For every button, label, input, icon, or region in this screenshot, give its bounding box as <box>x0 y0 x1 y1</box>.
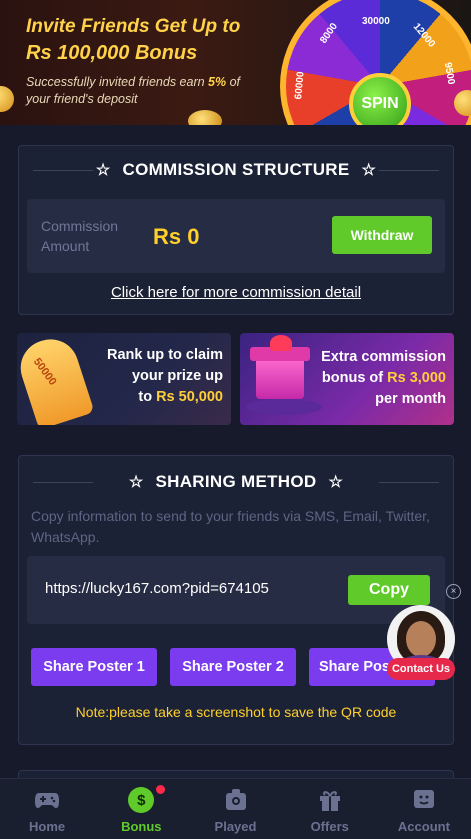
extra-commission-amount: Rs 3,000 <box>387 370 446 386</box>
notification-dot <box>156 785 166 794</box>
extra-commission-line1: Extra commission <box>321 349 446 365</box>
hero-subtitle-percent: 5% <box>208 75 227 89</box>
account-icon <box>411 787 437 813</box>
contact-us-button[interactable]: Contact Us <box>387 658 455 680</box>
title-divider <box>379 170 439 171</box>
ticket-value: 50000 <box>30 355 59 388</box>
nav-item-played[interactable]: Played <box>188 779 282 839</box>
star-icon: ☆ <box>95 162 111 179</box>
sharing-title: ☆ SHARING METHOD ☆ <box>19 472 453 492</box>
title-divider <box>379 482 439 483</box>
rank-up-line3-prefix: to <box>138 389 157 405</box>
gold-coin-icon <box>0 86 14 112</box>
nav-item-account[interactable]: Account <box>377 779 471 839</box>
commission-amount-value: Rs 0 <box>153 224 200 249</box>
avatar-face <box>406 621 436 657</box>
referral-link-text: https://lucky167.com?pid=674105 <box>45 580 269 597</box>
commission-detail-link[interactable]: Click here for more commission detail <box>19 284 453 301</box>
nav-label-account: Account <box>397 819 450 834</box>
nav-item-bonus[interactable]: $ Bonus <box>94 779 188 839</box>
commission-card: ☆ COMMISSION STRUCTURE ☆ Commission Amou… <box>18 145 454 315</box>
gift-icon <box>317 787 343 813</box>
sharing-card: ☆ SHARING METHOD ☆ Copy information to s… <box>18 455 454 745</box>
commission-title-text: COMMISSION STRUCTURE <box>122 160 350 179</box>
sharing-description: Copy information to send to your friends… <box>31 508 430 545</box>
star-icon: ☆ <box>128 474 144 491</box>
rank-up-line3: to Rs 50,000 <box>107 387 223 408</box>
nav-item-home[interactable]: Home <box>0 779 94 839</box>
nav-label-played: Played <box>214 819 257 834</box>
invite-hero-banner[interactable]: Invite Friends Get Up to Rs 100,000 Bonu… <box>0 0 471 125</box>
sharing-title-text: SHARING METHOD <box>155 472 317 491</box>
gift-bow-icon <box>270 335 292 351</box>
rank-up-line2: your prize up <box>131 368 223 384</box>
hero-title-line2: Rs 100,000 Bonus <box>26 42 198 64</box>
bottom-nav: Home $ Bonus Played Offers Account <box>0 778 471 839</box>
extra-commission-promo-text: Extra commission bonus of Rs 3,000 per m… <box>321 347 446 410</box>
commission-amount-box: Commission Amount Rs 0 Withdraw <box>27 199 445 273</box>
commission-title: ☆ COMMISSION STRUCTURE ☆ <box>19 160 453 180</box>
commission-amount-label: Commission Amount <box>41 218 119 254</box>
star-icon: ☆ <box>328 474 344 491</box>
extra-commission-line2: bonus of Rs 3,000 <box>321 368 446 389</box>
title-divider <box>33 170 93 171</box>
ticket-icon: 50000 <box>17 333 95 425</box>
share-poster-1-button[interactable]: Share Poster 1 <box>31 648 157 686</box>
rank-up-amount: Rs 50,000 <box>156 389 223 405</box>
nav-item-offers[interactable]: Offers <box>283 779 377 839</box>
gift-pedestal <box>246 399 322 415</box>
close-icon[interactable]: × <box>446 584 461 599</box>
star-icon: ☆ <box>361 162 377 179</box>
extra-commission-line2-prefix: bonus of <box>321 370 388 386</box>
extra-commission-line3: per month <box>375 391 446 407</box>
wheel-value: 30000 <box>362 16 390 27</box>
rank-up-line1: Rank up to claim <box>106 347 223 363</box>
rank-up-promo-text: Rank up to claim your prize up to Rs 50,… <box>107 345 223 408</box>
nav-label-home: Home <box>29 819 66 834</box>
rank-up-promo-banner[interactable]: 50000 Rank up to claim your prize up to … <box>17 333 231 425</box>
nav-label-bonus: Bonus <box>121 819 162 834</box>
title-divider <box>33 482 93 483</box>
qr-code-note: Note:please take a screenshot to save th… <box>75 704 397 720</box>
played-icon <box>223 787 249 813</box>
hero-title-line1: Invite Friends Get Up to <box>26 16 241 37</box>
withdraw-button[interactable]: Withdraw <box>332 216 432 254</box>
hero-subtitle-prefix: Successfully invited friends earn <box>26 75 209 89</box>
nav-label-offers: Offers <box>310 819 349 834</box>
gold-coin-icon <box>188 110 222 125</box>
hero-subtitle: Successfully invited friends earn 5% of … <box>26 74 256 108</box>
gift-box-icon <box>256 357 304 399</box>
extra-commission-promo-banner[interactable]: Extra commission bonus of Rs 3,000 per m… <box>240 333 454 425</box>
share-poster-2-button[interactable]: Share Poster 2 <box>170 648 296 686</box>
dollar-coin-icon: $ <box>128 787 155 813</box>
copy-link-button[interactable]: Copy <box>348 575 430 605</box>
gamepad-icon <box>34 787 60 813</box>
referral-link-box: https://lucky167.com?pid=674105 Copy <box>27 556 445 624</box>
